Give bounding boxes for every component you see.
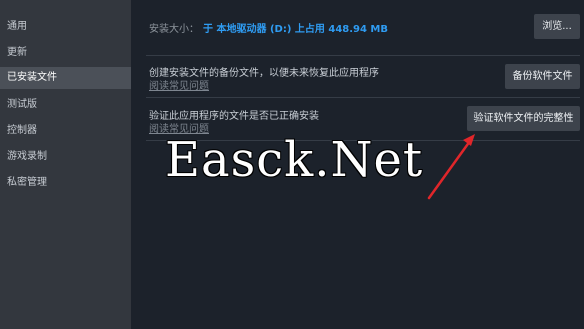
watermark-text: Easck.Net	[165, 132, 424, 188]
app-window: 通用 更新 已安装文件 测试版 控制器 游戏录制 私密管理 安装大小： 于 本地…	[0, 0, 584, 329]
sidebar-item-installed-files[interactable]: 已安装文件	[0, 67, 131, 89]
sidebar-item-general[interactable]: 通用	[0, 16, 131, 38]
install-size-label: 安装大小：	[149, 24, 199, 35]
sidebar-item-controller[interactable]: 控制器	[0, 120, 131, 142]
browse-button[interactable]: 浏览...	[534, 14, 580, 39]
backup-files-button[interactable]: 备份软件文件	[505, 64, 580, 89]
divider	[146, 55, 580, 56]
sidebar-item-betas[interactable]: 测试版	[0, 94, 131, 116]
sidebar-item-updates[interactable]: 更新	[0, 42, 131, 64]
sidebar-item-game-recording[interactable]: 游戏录制	[0, 146, 131, 168]
backup-faq-link[interactable]: 阅读常见问题	[149, 77, 209, 92]
verify-integrity-button[interactable]: 验证软件文件的完整性	[467, 106, 580, 131]
sidebar: 通用 更新 已安装文件 测试版 控制器 游戏录制 私密管理	[0, 0, 131, 329]
install-size-value: 于 本地驱动器 (D:) 上占用 448.94 MB	[203, 24, 389, 35]
divider	[146, 97, 580, 98]
sidebar-item-privacy[interactable]: 私密管理	[0, 172, 131, 194]
